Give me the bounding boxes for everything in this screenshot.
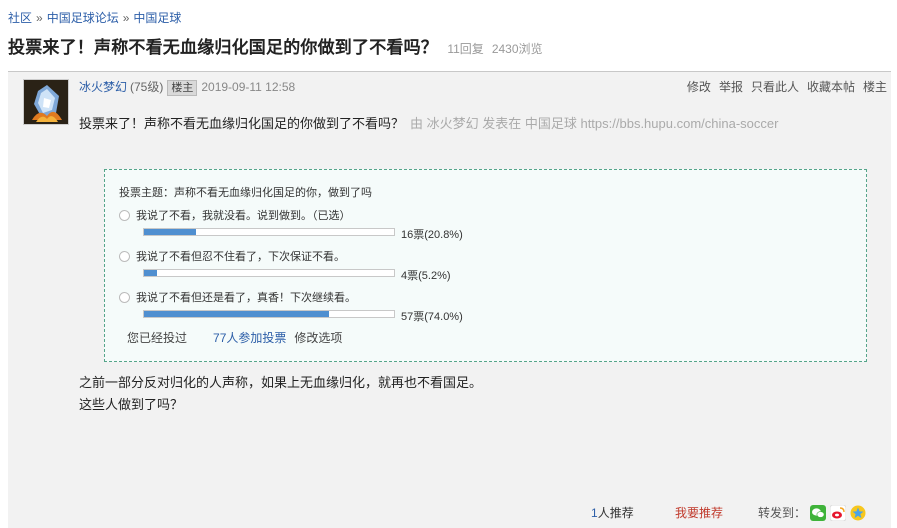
thread-stats: 11回复 2430浏览 — [447, 42, 550, 56]
avatar-image — [24, 80, 68, 124]
vote-count: 57票(74.0%) — [401, 311, 463, 323]
vote-panel: 投票主题：声称不看无血缘归化国足的你，做到了吗 我说了不看，我就没看。说到做到。… — [104, 169, 867, 362]
vote-option-3[interactable]: 我说了不看但还是看了，真香！下次继续看。 — [119, 289, 356, 305]
modify-vote-link[interactable]: 修改选项 — [294, 331, 342, 345]
breadcrumb-community[interactable]: 社区 — [8, 11, 32, 25]
breadcrumb-forum[interactable]: 中国足球论坛 — [47, 11, 119, 25]
breadcrumb-board[interactable]: 中国足球 — [133, 11, 181, 25]
breadcrumb: 社区» 中国足球论坛» 中国足球 — [8, 9, 181, 26]
qzone-icon[interactable] — [850, 505, 866, 521]
recommend-count: 1人推荐 — [591, 504, 634, 521]
breadcrumb-separator: » — [122, 11, 130, 25]
floor-label: 楼主 — [862, 80, 887, 94]
vote-footer: 您已经投过 77人参加投票 修改选项 — [127, 329, 342, 346]
thread-header: 投票来了！声称不看无血缘归化国足的你做到了不看吗？ 11回复 2430浏览 — [8, 33, 551, 58]
view-count: 2430浏览 — [491, 42, 543, 56]
vote-count: 4票(5.2%) — [401, 270, 451, 282]
source-note: 由 冰火梦幻 发表在 中国足球 https://bbs.hupu.com/chi… — [410, 116, 779, 131]
share-bar: 转发到： — [758, 504, 866, 521]
post-paragraph: 之前一部分反对归化的人声称，如果上无血缘归化，就再也不看国足。 — [79, 375, 483, 390]
post-time: 2019-09-11 12:58 — [201, 80, 296, 94]
share-label: 转发到： — [758, 506, 807, 520]
vote-bar — [143, 228, 395, 236]
vote-count: 16票(20.8%) — [401, 229, 463, 241]
author-info: 冰火梦幻 (75级) 楼主 2019-09-11 12:58 — [79, 78, 295, 96]
only-author-link[interactable]: 只看此人 — [751, 80, 799, 94]
vote-option-2[interactable]: 我说了不看但忍不住看了，下次保证不看。 — [119, 248, 345, 264]
participants-link[interactable]: 77人参加投票 — [213, 331, 286, 345]
radio-icon[interactable] — [119, 251, 130, 262]
thread-title: 投票来了！声称不看无血缘归化国足的你做到了不看吗？ — [8, 38, 438, 58]
wechat-icon[interactable] — [810, 504, 827, 521]
report-link[interactable]: 举报 — [719, 80, 743, 94]
weibo-icon[interactable] — [829, 504, 847, 521]
vote-subject: 投票主题：声称不看无血缘归化国足的你，做到了吗 — [119, 187, 372, 199]
radio-icon[interactable] — [119, 210, 130, 221]
recommend-suffix: 人推荐 — [597, 506, 634, 520]
post-main: 冰火梦幻 (75级) 楼主 2019-09-11 12:58 修改 举报 只看此人 收藏本帖… — [8, 71, 891, 528]
vote-bar-fill — [144, 270, 157, 276]
vote-option-label: 我说了不看但还是看了，真香！下次继续看。 — [136, 292, 356, 304]
vote-bar — [143, 310, 395, 318]
post-paragraph: 这些人做到了吗？ — [79, 397, 184, 412]
vote-option-label: 我说了不看但忍不住看了，下次保证不看。 — [136, 251, 345, 263]
favorite-link[interactable]: 收藏本帖 — [807, 80, 855, 94]
author-name[interactable]: 冰火梦幻 — [79, 80, 127, 94]
recommend-number[interactable]: 1 — [591, 506, 598, 520]
reply-count: 11回复 — [447, 42, 484, 56]
author-level: (75级) — [130, 80, 164, 94]
post-headline-text: 投票来了！声称不看无血缘归化国足的你做到了不看吗？ — [79, 116, 405, 131]
post-headline: 投票来了！声称不看无血缘归化国足的你做到了不看吗？ 由 冰火梦幻 发表在 中国足球… — [79, 113, 778, 132]
vote-bar-fill — [144, 229, 196, 235]
owner-badge: 楼主 — [167, 80, 198, 96]
vote-option-1[interactable]: 我说了不看，我就没看。说到做到。（已选） — [119, 207, 351, 223]
edit-link[interactable]: 修改 — [687, 80, 711, 94]
post-actions: 修改 举报 只看此人 收藏本帖 楼主 — [679, 78, 887, 95]
breadcrumb-separator: » — [36, 11, 43, 25]
avatar[interactable] — [23, 79, 69, 125]
vote-bar-fill — [144, 311, 329, 317]
radio-icon[interactable] — [119, 292, 130, 303]
recommend-button[interactable]: 我要推荐 — [675, 504, 723, 521]
vote-bar — [143, 269, 395, 277]
vote-option-label: 我说了不看，我就没看。说到做到。（已选） — [136, 210, 351, 222]
voted-status: 您已经投过 — [127, 331, 188, 345]
